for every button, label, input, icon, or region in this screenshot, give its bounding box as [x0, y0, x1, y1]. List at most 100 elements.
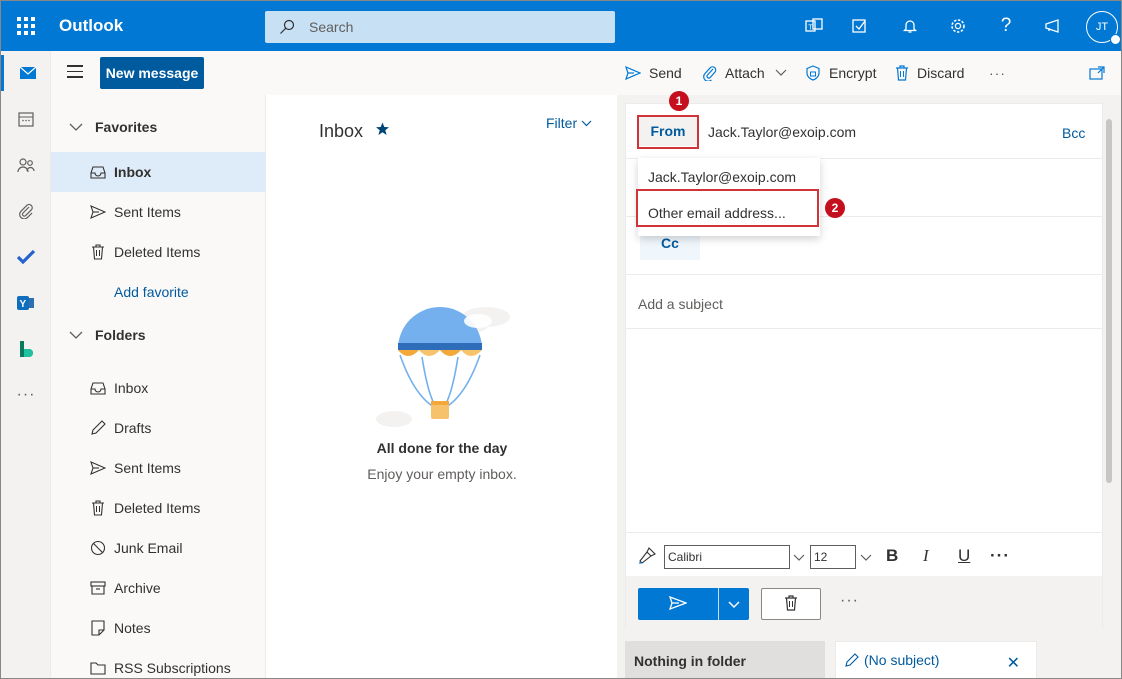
filter-label: Filter [546, 115, 578, 131]
mail-app-button[interactable] [1, 55, 51, 91]
bottom-tabs: Nothing in folder (No subject) ✕ [617, 635, 1121, 678]
discard-command[interactable]: Discard [895, 63, 964, 83]
search-icon [280, 19, 295, 34]
empty-state-title: All done for the day [376, 440, 508, 456]
app-title[interactable]: Outlook [59, 16, 123, 36]
bcc-button[interactable]: Bcc [1062, 125, 1085, 141]
gear-icon[interactable] [946, 14, 970, 38]
subject-input[interactable] [638, 292, 1088, 316]
send-icon [90, 205, 106, 219]
folder-inbox[interactable]: Inbox [51, 368, 265, 408]
folder-notes[interactable]: Notes [51, 608, 265, 648]
step-marker-2: 2 [825, 198, 845, 218]
favorite-deleted-items[interactable]: Deleted Items [51, 232, 265, 272]
hamburger-icon[interactable] [67, 65, 83, 79]
teams-icon[interactable]: T [802, 14, 826, 38]
star-icon[interactable] [375, 122, 390, 136]
bell-icon[interactable] [898, 14, 922, 38]
inbox-icon [90, 166, 106, 179]
svg-text:Y: Y [20, 299, 27, 310]
compose-scrollbar[interactable] [1103, 103, 1115, 629]
font-size-value: 12 [814, 550, 828, 564]
scrollbar-thumb[interactable] [1106, 119, 1112, 483]
folder-rss-subscriptions[interactable]: RSS Subscriptions [51, 648, 265, 678]
bookings-icon [20, 341, 33, 357]
avatar[interactable]: JT [1086, 11, 1121, 45]
chevron-down-icon [775, 69, 787, 76]
filter-button[interactable]: Filter [546, 115, 592, 131]
people-app-button[interactable] [1, 147, 51, 183]
folder-drafts[interactable]: Drafts [51, 408, 265, 448]
encrypt-command[interactable]: Encrypt [805, 63, 876, 83]
tab-nothing-in-folder[interactable]: Nothing in folder [625, 641, 825, 678]
popout-button[interactable] [1089, 63, 1113, 83]
highlight-other-email [636, 189, 819, 227]
folders-label: Folders [95, 327, 146, 343]
app-launcher-button[interactable] [1, 1, 51, 51]
add-favorite-link[interactable]: Add favorite [51, 272, 265, 312]
archive-icon [90, 581, 106, 595]
folder-sent-items[interactable]: Sent Items [51, 448, 265, 488]
send-label: Send [649, 65, 682, 81]
favorite-inbox[interactable]: Inbox [51, 152, 265, 192]
italic-button[interactable]: I [923, 546, 929, 566]
from-address[interactable]: Jack.Taylor@exoip.com [708, 124, 856, 140]
bold-button[interactable]: B [886, 546, 898, 566]
more-format-button[interactable]: ··· [990, 546, 1010, 566]
new-message-button[interactable]: New message [100, 57, 204, 89]
send-button[interactable] [638, 588, 718, 620]
font-size-select[interactable]: 12 [810, 545, 856, 569]
divider [626, 274, 1102, 275]
folder-archive[interactable]: Archive [51, 568, 265, 608]
encrypt-label: Encrypt [829, 65, 877, 81]
folder-label: Deleted Items [114, 500, 201, 516]
calendar-app-button[interactable] [1, 101, 51, 137]
favorite-sent-items[interactable]: Sent Items [51, 192, 265, 232]
chevron-down-icon[interactable] [860, 554, 872, 562]
highlight-from-button [637, 115, 699, 149]
bookings-app-button[interactable] [1, 331, 51, 367]
format-painter-icon[interactable] [638, 547, 656, 565]
todo-app-button[interactable] [1, 239, 51, 275]
underline-button[interactable]: U [958, 546, 970, 566]
folder-junk-email[interactable]: Junk Email [51, 528, 265, 568]
chevron-down-icon[interactable] [793, 554, 805, 562]
font-family-select[interactable]: Calibri [664, 545, 790, 569]
step-marker-1: 1 [669, 91, 689, 111]
pencil-icon [845, 653, 859, 667]
todo-icon[interactable] [849, 14, 873, 38]
files-app-button[interactable] [1, 193, 51, 229]
close-icon[interactable]: ✕ [1007, 653, 1020, 673]
block-icon [90, 540, 106, 556]
attach-command[interactable]: Attach [703, 63, 795, 83]
tab-draft[interactable]: (No subject) ✕ [835, 641, 1037, 678]
yammer-app-button[interactable]: Y [1, 285, 51, 321]
folder-deleted-items[interactable]: Deleted Items [51, 488, 265, 528]
send-options-button[interactable] [718, 588, 749, 620]
pencil-icon [91, 420, 106, 435]
favorites-header[interactable]: Favorites [51, 111, 265, 143]
app-rail: Y ··· [1, 51, 51, 678]
divider [626, 328, 1102, 329]
svg-text:T: T [808, 25, 813, 32]
list-title: Inbox [319, 121, 364, 141]
folder-label: Drafts [114, 420, 152, 436]
outlook-window: Outlook T ? JT [0, 0, 1122, 679]
yammer-icon: Y [17, 296, 34, 310]
draft-tab-label: (No subject) [864, 652, 940, 668]
more-send-options-button[interactable]: ··· [840, 592, 859, 610]
discard-draft-button[interactable] [761, 588, 821, 620]
search-input[interactable] [309, 11, 599, 43]
more-apps-button[interactable]: ··· [1, 377, 51, 413]
message-list: Inbox Filter All done for the day Enjoy … [265, 95, 617, 678]
top-bar: Outlook T ? JT [1, 1, 1121, 51]
help-icon[interactable]: ? [994, 14, 1018, 38]
compose-form: From Jack.Taylor@exoip.com Bcc Cc Jack.T… [625, 103, 1103, 629]
chevron-down-icon [728, 600, 740, 608]
search-box[interactable] [265, 11, 615, 43]
font-family-value: Calibri [668, 550, 703, 564]
more-commands-button[interactable]: ··· [989, 63, 1006, 83]
megaphone-icon[interactable] [1042, 14, 1066, 38]
send-command[interactable]: Send [625, 63, 682, 83]
folders-header[interactable]: Folders [51, 319, 265, 351]
